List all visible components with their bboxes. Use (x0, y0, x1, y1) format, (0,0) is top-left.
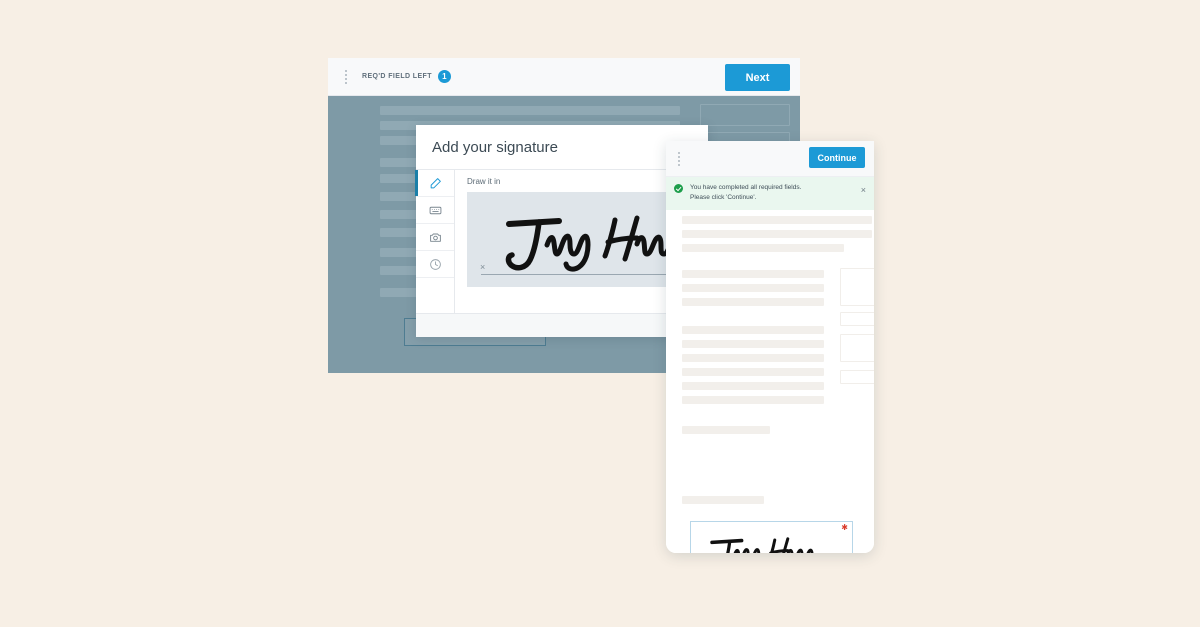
document-field-box (840, 369, 874, 384)
alert-message-line1: You have completed all required fields. (690, 184, 802, 191)
dialog-footer (416, 313, 708, 337)
document-skeleton-line (682, 495, 764, 504)
success-alert: You have completed all required fields. … (666, 177, 874, 210)
required-asterisk-icon: ✱ (841, 522, 848, 532)
document-skeleton-line (682, 269, 824, 278)
alert-message-line2: Please click 'Continue'. (690, 193, 757, 201)
signature-draw-canvas[interactable]: × (467, 192, 718, 287)
camera-icon (429, 231, 442, 244)
next-button[interactable]: Next (725, 64, 790, 91)
desktop-toolbar: REQ'D FIELD LEFT 1 Next (328, 58, 800, 96)
clock-icon (429, 258, 442, 271)
document-skeleton-line (682, 339, 824, 348)
mobile-toolbar: Continue (666, 141, 874, 177)
draw-signature-tool[interactable] (415, 170, 454, 197)
mobile-document-canvas: ✱ (666, 209, 874, 553)
mobile-signature-ink (710, 536, 814, 553)
alert-message: You have completed all required fields. … (690, 183, 801, 203)
document-skeleton-line (682, 243, 844, 252)
document-field-box (840, 311, 874, 326)
recent-signature-tool[interactable] (416, 251, 454, 278)
document-skeleton-line (682, 283, 824, 292)
upload-signature-tool[interactable] (416, 224, 454, 251)
kebab-menu-icon[interactable] (678, 151, 680, 166)
add-signature-dialog: Add your signature Draw it in × (415, 125, 718, 337)
document-skeleton-line (682, 325, 824, 334)
signature-baseline (481, 274, 691, 275)
document-skeleton-line (682, 353, 824, 362)
mobile-signing-panel: Continue You have completed all required… (666, 141, 874, 553)
close-icon[interactable]: × (861, 186, 866, 195)
dialog-header: Add your signature (416, 125, 708, 169)
pen-icon (429, 177, 442, 190)
required-fields-label: REQ'D FIELD LEFT (362, 73, 432, 80)
required-fields-count-badge: 1 (437, 70, 451, 83)
document-skeleton-line (380, 106, 680, 115)
type-signature-tool[interactable] (416, 197, 454, 224)
document-skeleton-line (682, 425, 770, 434)
kebab-menu-icon[interactable] (338, 69, 354, 84)
signature-method-rail (415, 169, 455, 313)
document-skeleton-line (682, 229, 872, 238)
document-skeleton-line (682, 367, 824, 376)
document-field-box (840, 267, 874, 306)
dialog-body: Draw it in × (415, 169, 718, 313)
document-skeleton-line (682, 395, 824, 404)
continue-button[interactable]: Continue (809, 147, 865, 168)
document-field-box (700, 104, 790, 126)
keyboard-icon (429, 204, 442, 217)
mobile-signature-field[interactable]: ✱ (690, 520, 853, 553)
document-field-box (840, 333, 874, 362)
document-skeleton-line (682, 215, 872, 224)
clear-signature-icon[interactable]: × (480, 263, 485, 272)
document-skeleton-line (682, 381, 824, 390)
dialog-title: Add your signature (432, 138, 558, 156)
check-circle-icon (674, 184, 683, 193)
document-skeleton-line (682, 297, 824, 306)
